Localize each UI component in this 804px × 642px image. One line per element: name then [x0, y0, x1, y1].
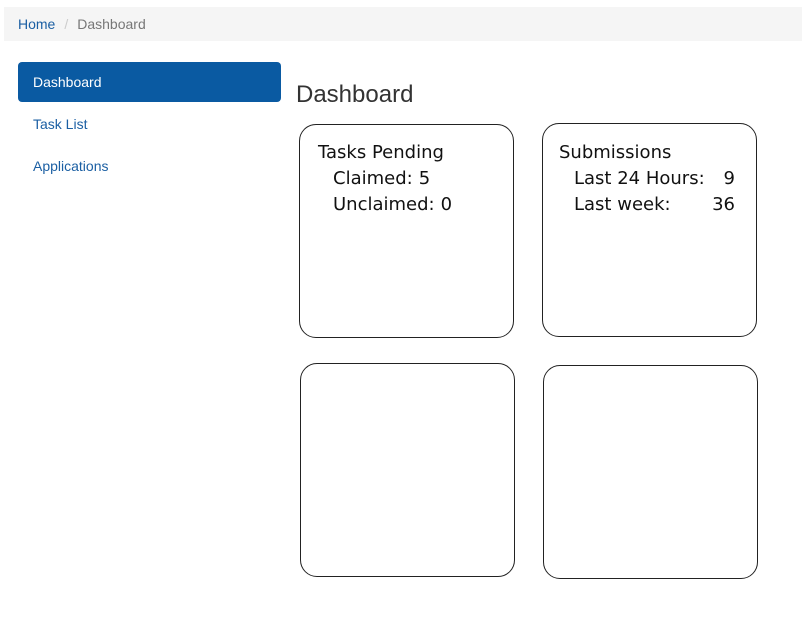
sidebar-item-dashboard[interactable]: Dashboard [18, 62, 281, 102]
last-week-label: Last week: [574, 194, 671, 215]
unclaimed-label: Unclaimed: [333, 194, 435, 215]
claimed-row: Claimed: 5 [318, 166, 452, 192]
sidebar-item-applications[interactable]: Applications [18, 146, 281, 186]
breadcrumb-home-link[interactable]: Home [18, 16, 55, 32]
breadcrumb: Home / Dashboard [4, 7, 802, 41]
tasks-pending-title: Tasks Pending [318, 142, 444, 163]
breadcrumb-current: Dashboard [77, 16, 146, 32]
last-24-hours-value: 9 [723, 168, 735, 189]
page: Home / Dashboard Dashboard Task List App… [0, 0, 804, 642]
last-24-hours-row: Last 24 Hours: 9 [559, 166, 735, 192]
last-week-row: Last week: 36 [559, 192, 735, 218]
sidebar-item-task-list[interactable]: Task List [18, 104, 281, 144]
empty-card [543, 365, 758, 579]
unclaimed-value: 0 [440, 194, 453, 215]
claimed-value: 5 [418, 168, 431, 189]
breadcrumb-separator: / [64, 16, 69, 32]
submissions-title: Submissions [559, 142, 672, 163]
last-24-hours-label: Last 24 Hours: [574, 168, 705, 189]
claimed-label: Claimed: [333, 168, 413, 189]
submissions-card: Submissions Last 24 Hours: 9 Last week: … [542, 123, 757, 337]
unclaimed-row: Unclaimed: 0 [318, 192, 452, 218]
page-title: Dashboard [296, 81, 414, 108]
tasks-pending-card: Tasks Pending Claimed: 5 Unclaimed: 0 [299, 124, 514, 338]
empty-card [300, 363, 515, 577]
sidebar: Dashboard Task List Applications [18, 62, 281, 188]
last-week-value: 36 [712, 194, 735, 215]
